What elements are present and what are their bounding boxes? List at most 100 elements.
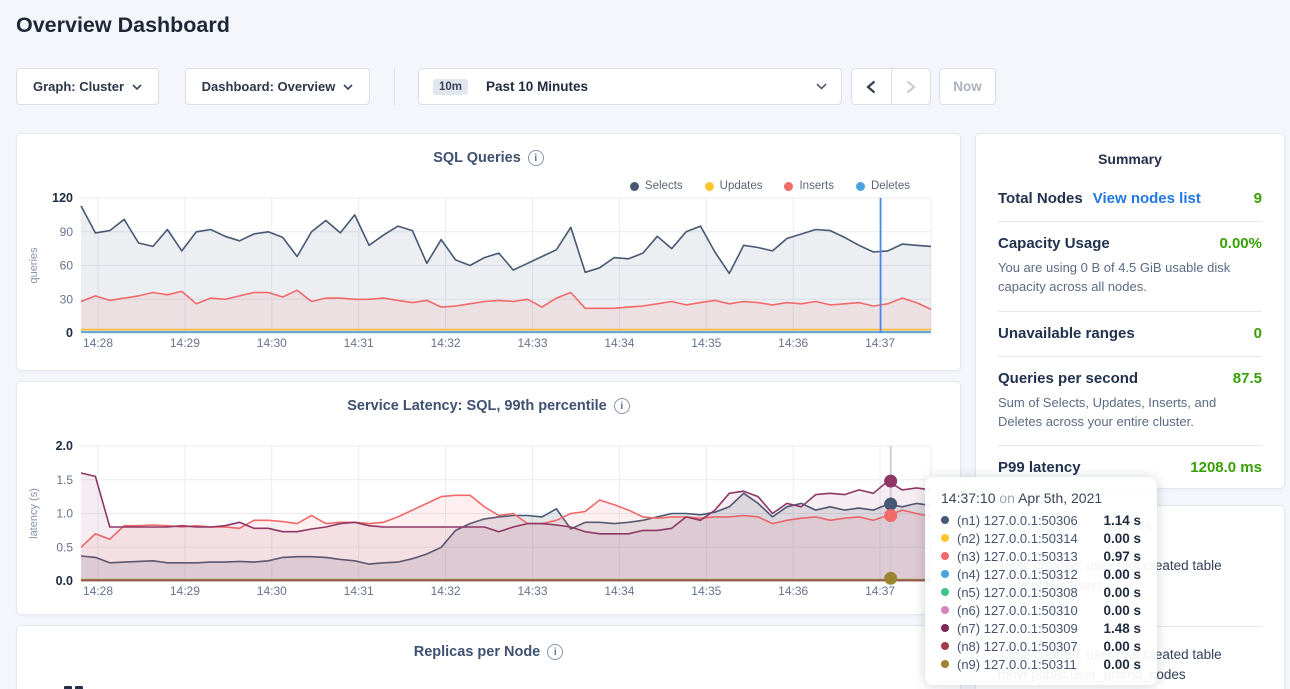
summary-value: 0: [1254, 325, 1262, 342]
svg-text:14:35: 14:35: [691, 584, 721, 598]
summary-row-capacity: Capacity Usage 0.00% You are using 0 B o…: [998, 222, 1262, 312]
svg-text:14:35: 14:35: [691, 336, 721, 350]
summary-value: 0.00%: [1219, 235, 1262, 252]
node-color-dot: [941, 642, 949, 650]
svg-text:14:33: 14:33: [517, 336, 547, 350]
tooltip-node-row: (n6) 127.0.0.1:50310 0.00 s: [941, 601, 1141, 619]
node-latency-value: 0.00 s: [1103, 639, 1141, 654]
chevron-left-icon: [866, 80, 876, 94]
summary-label: Total Nodes: [998, 190, 1083, 207]
node-latency-value: 1.48 s: [1103, 621, 1141, 636]
svg-text:120: 120: [52, 191, 73, 205]
chevron-down-icon: [343, 84, 353, 90]
svg-text:14:31: 14:31: [344, 336, 374, 350]
svg-text:14:29: 14:29: [170, 584, 200, 598]
summary-label: Unavailable ranges: [998, 325, 1135, 342]
legend-label: Deletes: [871, 180, 910, 192]
svg-text:latency (s): latency (s): [28, 488, 40, 539]
summary-panel: Summary Total Nodes View nodes list 9 Ca…: [975, 133, 1285, 489]
node-color-dot: [941, 660, 949, 668]
info-icon[interactable]: i: [528, 150, 544, 166]
svg-text:14:37: 14:37: [865, 584, 895, 598]
tooltip-node-row: (n4) 127.0.0.1:503120.00 s: [941, 565, 1141, 583]
legend-label: Selects: [645, 180, 683, 192]
node-address: (n8) 127.0.0.1:50307: [957, 639, 1097, 654]
legend-label: Inserts: [799, 180, 834, 192]
svg-text:14:34: 14:34: [604, 336, 634, 350]
time-prev-button[interactable]: [852, 69, 891, 104]
info-icon[interactable]: i: [614, 398, 630, 414]
tooltip-node-row: (n1) 127.0.0.1:50306 1.14 s: [941, 511, 1141, 529]
svg-text:0.5: 0.5: [56, 540, 73, 554]
legend-dot: [784, 182, 793, 191]
svg-text:14:29: 14:29: [170, 336, 200, 350]
legend-label: Updates: [720, 180, 763, 192]
node-color-dot: [941, 534, 949, 542]
summary-value: 87.5: [1233, 370, 1262, 387]
time-next-button[interactable]: [891, 69, 931, 104]
svg-text:30: 30: [60, 292, 74, 306]
node-address: (n1) 127.0.0.1:50306: [957, 513, 1097, 528]
sql-queries-chart[interactable]: 14:2814:2914:3014:3114:3214:3314:3414:35…: [17, 134, 962, 372]
svg-text:2.0: 2.0: [56, 439, 73, 453]
node-latency-value: 0.00 s: [1103, 603, 1141, 618]
summary-row-total-nodes: Total Nodes View nodes list 9: [998, 177, 1262, 222]
summary-label: P99 latency: [998, 459, 1081, 476]
summary-description: You are using 0 B of 4.5 GiB usable disk…: [998, 259, 1262, 297]
legend-item-updates[interactable]: Updates: [705, 180, 763, 192]
summary-description: Sum of Selects, Updates, Inserts, and De…: [998, 394, 1262, 432]
summary-value: 9: [1254, 190, 1262, 207]
sql-queries-title: SQL Queries: [433, 150, 521, 166]
replicas-panel: Replicas per Node i: [16, 625, 961, 689]
svg-text:0: 0: [66, 326, 73, 340]
service-latency-chart[interactable]: 14:2814:2914:3014:3114:3214:3314:3414:35…: [17, 382, 962, 616]
summary-row-qps: Queries per second 87.5 Sum of Selects, …: [998, 357, 1262, 447]
legend-item-selects[interactable]: Selects: [630, 180, 683, 192]
svg-text:1.0: 1.0: [56, 507, 73, 521]
svg-text:14:36: 14:36: [778, 584, 808, 598]
svg-text:14:34: 14:34: [604, 584, 634, 598]
now-button[interactable]: Now: [939, 68, 996, 105]
svg-text:queries: queries: [28, 247, 40, 284]
svg-text:0.0: 0.0: [56, 574, 73, 588]
now-button-label: Now: [953, 79, 982, 94]
info-icon[interactable]: i: [547, 644, 563, 660]
node-latency-value: 1.14 s: [1103, 513, 1141, 528]
node-address: (n6) 127.0.0.1:50310: [957, 603, 1097, 618]
legend-item-inserts[interactable]: Inserts: [784, 180, 834, 192]
node-address: (n2) 127.0.0.1:50314: [957, 531, 1097, 546]
node-color-dot: [941, 570, 949, 578]
summary-value: 1208.0 ms: [1190, 459, 1262, 476]
time-range-badge: 10m: [433, 79, 468, 95]
svg-text:14:36: 14:36: [778, 336, 808, 350]
node-color-dot: [941, 606, 949, 614]
tooltip-timestamp: 14:37:10 on Apr 5th, 2021: [941, 490, 1141, 506]
node-latency-value: 0.00 s: [1103, 531, 1141, 546]
svg-text:14:37: 14:37: [865, 336, 895, 350]
overview-dashboard-page: Overview Dashboard Graph: Cluster Dashbo…: [0, 0, 1290, 689]
graph-dropdown-label: Graph: Cluster: [33, 79, 124, 94]
tooltip-node-row: (n8) 127.0.0.1:50307 0.00 s: [941, 637, 1141, 655]
legend-dot: [705, 182, 714, 191]
svg-text:1.5: 1.5: [56, 473, 73, 487]
service-latency-title: Service Latency: SQL, 99th percentile: [347, 398, 607, 414]
node-latency-value: 0.00 s: [1103, 567, 1141, 582]
node-latency-value: 0.97 s: [1103, 549, 1141, 564]
node-address: (n3) 127.0.0.1:50313: [957, 549, 1097, 564]
view-nodes-list-link[interactable]: View nodes list: [1093, 190, 1201, 207]
legend-item-deletes[interactable]: Deletes: [856, 180, 910, 192]
dashboard-dropdown[interactable]: Dashboard: Overview: [185, 68, 370, 105]
svg-text:90: 90: [60, 225, 74, 239]
sql-queries-legend: Selects Updates Inserts Deletes: [630, 180, 910, 192]
node-color-dot: [941, 588, 949, 596]
node-color-dot: [941, 552, 949, 560]
node-color-dot: [941, 624, 949, 632]
svg-text:14:32: 14:32: [431, 336, 461, 350]
svg-text:14:28: 14:28: [83, 584, 113, 598]
graph-dropdown[interactable]: Graph: Cluster: [16, 68, 159, 105]
svg-text:14:30: 14:30: [257, 584, 287, 598]
summary-row-unavailable: Unavailable ranges 0: [998, 312, 1262, 357]
svg-text:14:33: 14:33: [517, 584, 547, 598]
time-range-dropdown[interactable]: 10m Past 10 Minutes: [418, 68, 842, 105]
node-latency-value: 0.00 s: [1103, 585, 1141, 600]
